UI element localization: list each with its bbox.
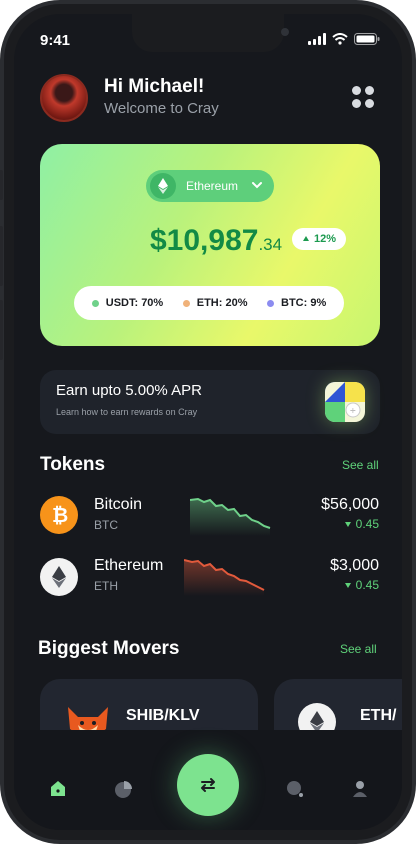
battery-icon xyxy=(354,33,380,45)
wifi-icon xyxy=(332,33,348,45)
swap-button[interactable] xyxy=(177,754,239,816)
home-icon[interactable] xyxy=(47,778,69,800)
status-time: 9:41 xyxy=(40,32,71,49)
balance-card: Ethereum $10,987.34 12% USDT: 70% ETH: 2… xyxy=(40,144,380,346)
movers-title: Biggest Movers xyxy=(38,638,180,659)
signal-icon xyxy=(308,33,326,45)
ethereum-icon xyxy=(150,173,176,199)
allocation-btc: BTC: 9% xyxy=(267,297,326,309)
apr-banner[interactable]: Earn upto 5.00% APR Learn how to earn re… xyxy=(40,370,380,434)
greeting: Hi Michael! xyxy=(104,76,205,97)
arrow-up-icon xyxy=(302,236,309,241)
allocation-usdt: USDT: 70% xyxy=(91,297,163,309)
ethereum-sparkline xyxy=(184,559,265,596)
chevron-down-icon xyxy=(252,182,262,189)
rewards-icon: ÷ xyxy=(325,382,365,422)
mover-pair-eth: ETH/ xyxy=(360,707,397,724)
volume-up-button xyxy=(0,226,3,286)
allocation-eth: ETH: 20% xyxy=(182,297,247,309)
balance-change-badge: 12% xyxy=(292,228,346,250)
balance-change-value: 12% xyxy=(313,233,337,245)
svg-text:÷: ÷ xyxy=(350,406,357,415)
token-symbol-btc: BTC xyxy=(94,518,118,532)
portfolio-icon[interactable] xyxy=(112,778,134,800)
tokens-title: Tokens xyxy=(40,454,106,475)
token-symbol-eth: ETH xyxy=(94,579,118,593)
status-icons xyxy=(308,32,380,46)
arrow-down-icon xyxy=(345,522,352,527)
bitcoin-icon: ₿ xyxy=(40,496,78,534)
camera-icon xyxy=(281,28,289,36)
search-icon[interactable] xyxy=(284,778,306,800)
svg-text:₿: ₿ xyxy=(52,504,68,526)
swap-icon xyxy=(201,778,215,792)
mute-switch xyxy=(0,170,3,200)
apr-subtitle: Learn how to earn rewards on Cray xyxy=(56,407,198,417)
volume-down-button xyxy=(0,300,3,360)
user-avatar[interactable] xyxy=(40,74,88,122)
profile-icon[interactable] xyxy=(349,778,371,800)
balance-cents: .34 xyxy=(258,235,283,254)
token-change-ethereum: 0.45 xyxy=(269,578,379,592)
bitcoin-sparkline xyxy=(190,497,271,536)
welcome-subtitle: Welcome to Cray xyxy=(104,100,219,117)
asset-name: Ethereum xyxy=(186,179,239,193)
notch xyxy=(132,14,289,52)
balance-main: $10,987 xyxy=(150,224,259,257)
token-name-ethereum: Ethereum xyxy=(94,557,164,574)
balance-amount: $10,987.34 xyxy=(150,224,282,258)
mover-pair-shib: SHIB/KLV xyxy=(126,707,200,724)
tab-bar xyxy=(14,730,402,830)
phone-frame: 9:41 Hi Michael! Welcome to Cray Ethereu… xyxy=(0,0,416,844)
allocation-bar: USDT: 70% ETH: 20% BTC: 9% xyxy=(74,286,344,320)
token-change-bitcoin: 0.45 xyxy=(269,517,379,531)
apr-title: Earn upto 5.00% APR xyxy=(56,382,202,399)
grid-menu-icon[interactable] xyxy=(352,86,374,108)
token-name-bitcoin: Bitcoin xyxy=(94,496,143,513)
movers-see-all[interactable]: See all xyxy=(340,642,377,656)
arrow-down-icon xyxy=(345,583,352,588)
app-screen: 9:41 Hi Michael! Welcome to Cray Ethereu… xyxy=(14,14,402,830)
token-price-bitcoin: $56,000 xyxy=(321,496,379,513)
ethereum-token-icon xyxy=(40,558,78,596)
tokens-see-all[interactable]: See all xyxy=(342,458,379,472)
token-price-ethereum: $3,000 xyxy=(330,557,379,574)
asset-selector[interactable]: Ethereum xyxy=(146,170,274,202)
